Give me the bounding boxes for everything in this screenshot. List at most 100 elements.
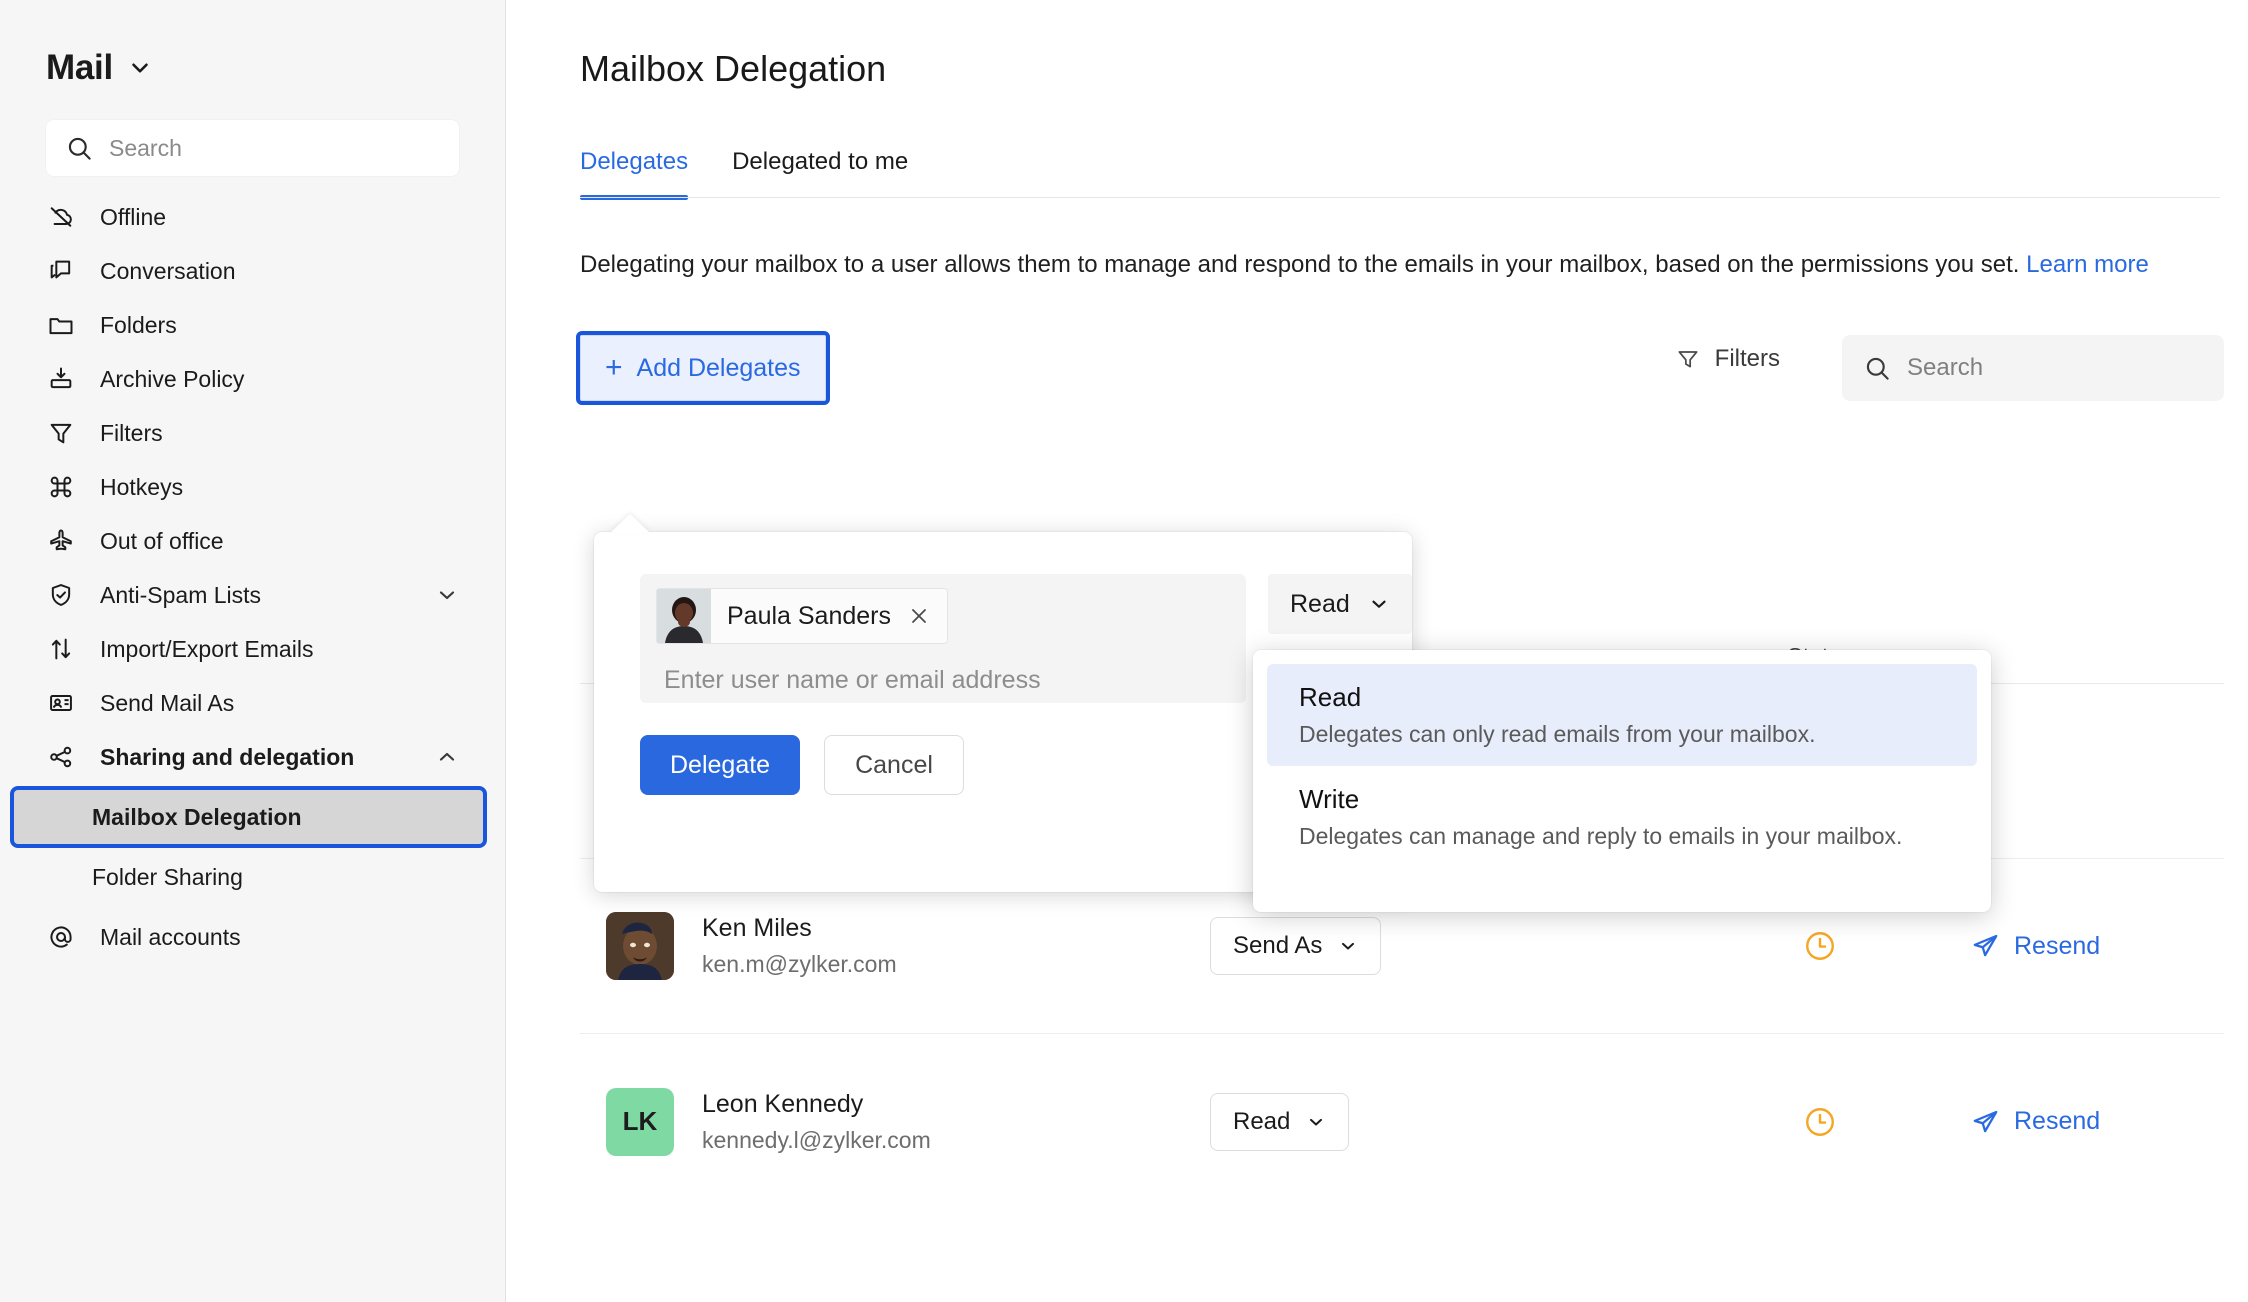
resend-label: Resend: [2014, 932, 2100, 961]
chevron-down-icon: [1368, 593, 1390, 615]
chevron-down-icon: [1306, 1112, 1326, 1132]
resend-button[interactable]: Resend: [1970, 1107, 2100, 1137]
description-text: Delegating your mailbox to a user allows…: [580, 248, 2248, 281]
sidebar-item-conversation[interactable]: Conversation: [0, 244, 505, 298]
permission-dropdown-menu: Read Delegates can only read emails from…: [1253, 650, 1991, 912]
user-name: Leon Kennedy: [702, 1090, 931, 1119]
cancel-button[interactable]: Cancel: [824, 735, 964, 795]
tab-bar: Delegates Delegated to me: [580, 148, 2220, 198]
learn-more-link[interactable]: Learn more: [2026, 251, 2149, 278]
cell-user: LK Leon Kennedy kennedy.l@zylker.com: [580, 1088, 1210, 1156]
dropdown-option-description: Delegates can only read emails from your…: [1299, 721, 1945, 748]
sidebar: Mail Search Offline Conversat: [0, 0, 506, 1302]
user-email: kennedy.l@zylker.com: [702, 1127, 931, 1154]
sidebar-search-placeholder: Search: [109, 135, 182, 162]
description-body: Delegating your mailbox to a user allows…: [580, 251, 2019, 278]
sidebar-item-label: Out of office: [100, 528, 459, 555]
paper-plane-icon: [1970, 1107, 2000, 1137]
share-nodes-icon: [46, 743, 76, 771]
cell-action: Resend: [1970, 1107, 2224, 1137]
sidebar-item-archive-policy[interactable]: Archive Policy: [0, 352, 505, 406]
avatar: [657, 589, 711, 643]
clock-pending-icon: [1803, 1105, 1837, 1139]
delegate-user-field[interactable]: Paula Sanders Enter user name or email a…: [640, 574, 1246, 703]
sidebar-item-import-export-emails[interactable]: Import/Export Emails: [0, 622, 505, 676]
user-email: ken.m@zylker.com: [702, 951, 897, 978]
sidebar-item-offline[interactable]: Offline: [0, 190, 505, 244]
permission-dropdown[interactable]: Read: [1210, 1093, 1349, 1151]
cell-permission: Send As: [1210, 917, 1670, 975]
sidebar-item-sharing-and-delegation[interactable]: Sharing and delegation: [0, 730, 505, 784]
avatar-initials: LK: [623, 1106, 658, 1137]
user-name: Ken Miles: [702, 914, 897, 943]
cell-status: [1670, 929, 1970, 963]
sidebar-item-hotkeys[interactable]: Hotkeys: [0, 460, 505, 514]
sidebar-nav: Offline Conversation Folders Archive Pol…: [0, 190, 505, 964]
sidebar-item-filters[interactable]: Filters: [0, 406, 505, 460]
table-search-placeholder: Search: [1907, 354, 1983, 382]
sidebar-item-label: Filters: [100, 420, 459, 447]
cell-status: [1670, 1105, 1970, 1139]
tab-delegated-to-me[interactable]: Delegated to me: [732, 148, 908, 198]
cell-permission: Read: [1210, 1093, 1670, 1151]
sidebar-item-folder-sharing[interactable]: Folder Sharing: [14, 850, 483, 904]
sidebar-item-label: Hotkeys: [100, 474, 459, 501]
search-icon: [66, 135, 93, 162]
sidebar-item-anti-spam-lists[interactable]: Anti-Spam Lists: [0, 568, 505, 622]
tab-label: Delegates: [580, 148, 688, 175]
chevron-down-icon: [1338, 936, 1358, 956]
sidebar-item-label: Mail accounts: [100, 924, 459, 951]
tab-delegates[interactable]: Delegates: [580, 148, 688, 198]
brand-selector[interactable]: Mail: [0, 0, 505, 88]
permission-value: Read: [1290, 590, 1350, 619]
cloud-offline-icon: [46, 203, 76, 231]
permission-value: Read: [1233, 1108, 1290, 1136]
chevron-up-icon[interactable]: [435, 745, 459, 769]
sidebar-subitem-label: Folder Sharing: [92, 864, 243, 891]
dropdown-option-title: Read: [1299, 682, 1945, 713]
sidebar-item-out-of-office[interactable]: Out of office: [0, 514, 505, 568]
paper-plane-icon: [1970, 931, 2000, 961]
sidebar-item-label: Archive Policy: [100, 366, 459, 393]
chevron-down-icon[interactable]: [435, 583, 459, 607]
delegate-button[interactable]: Delegate: [640, 735, 800, 795]
add-delegates-label: Add Delegates: [637, 354, 801, 383]
dropdown-option-write[interactable]: Write Delegates can manage and reply to …: [1267, 766, 1977, 868]
sidebar-item-label: Anti-Spam Lists: [100, 582, 411, 609]
close-icon[interactable]: [907, 604, 931, 628]
page-title: Mailbox Delegation: [506, 0, 2248, 90]
add-delegates-button[interactable]: + Add Delegates: [580, 335, 826, 401]
sidebar-item-label: Import/Export Emails: [100, 636, 459, 663]
dropdown-option-read[interactable]: Read Delegates can only read emails from…: [1267, 664, 1977, 766]
dropdown-option-title: Write: [1299, 784, 1945, 815]
sidebar-item-mailbox-delegation[interactable]: Mailbox Delegation: [14, 790, 483, 844]
clock-pending-icon: [1803, 929, 1837, 963]
table-search-input[interactable]: Search: [1842, 335, 2224, 401]
table-row[interactable]: LK Leon Kennedy kennedy.l@zylker.com Rea…: [580, 1034, 2224, 1209]
permission-dropdown[interactable]: Send As: [1210, 917, 1381, 975]
filters-button[interactable]: Filters: [1675, 345, 1780, 373]
archive-icon: [46, 365, 76, 393]
toolbar: + Add Delegates Filters Search: [506, 335, 2248, 405]
sidebar-item-send-mail-as[interactable]: Send Mail As: [0, 676, 505, 730]
sidebar-item-folders[interactable]: Folders: [0, 298, 505, 352]
plus-icon: +: [605, 353, 623, 383]
search-icon: [1864, 355, 1891, 382]
sidebar-search[interactable]: Search: [46, 120, 459, 176]
chevron-down-icon[interactable]: [127, 55, 153, 81]
resend-button[interactable]: Resend: [1970, 931, 2100, 961]
funnel-icon: [1675, 346, 1701, 372]
chip-label: Paula Sanders: [727, 602, 891, 631]
user-info: Ken Miles ken.m@zylker.com: [702, 914, 897, 978]
folder-icon: [46, 311, 76, 339]
popover-arrow: [610, 514, 650, 533]
cell-user: Ken Miles ken.m@zylker.com: [580, 912, 1210, 980]
avatar: LK: [606, 1088, 674, 1156]
user-chip[interactable]: Paula Sanders: [656, 588, 948, 644]
sidebar-item-mail-accounts[interactable]: Mail accounts: [0, 910, 505, 964]
popover-permission-dropdown[interactable]: Read: [1268, 574, 1412, 634]
contact-card-icon: [46, 689, 76, 717]
app-root: Mail Search Offline Conversat: [0, 0, 2248, 1302]
filters-label: Filters: [1715, 345, 1780, 373]
arrows-up-down-icon: [46, 635, 76, 663]
